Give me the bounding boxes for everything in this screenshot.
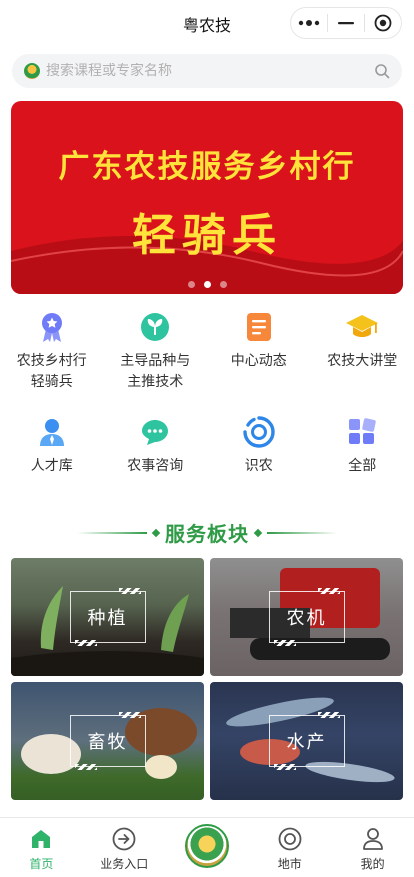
tab-business-entry[interactable]: 业务入口 — [83, 818, 166, 877]
location-ring-icon — [277, 826, 303, 852]
grid-item-label: 农技大讲堂 — [327, 353, 398, 369]
tab-label: 我的 — [360, 857, 385, 871]
tab-label: 首页 — [29, 857, 54, 871]
banner-carousel[interactable]: 广东农技服务乡村行 轻骑兵 — [11, 101, 403, 294]
tab-mine[interactable]: 我的 — [331, 818, 414, 877]
frame-stripe-decoration — [74, 640, 97, 646]
frame-stripe-decoration — [317, 712, 340, 718]
carousel-dot-active[interactable] — [203, 281, 211, 288]
grid-item-talent-pool[interactable]: 人才库 — [0, 415, 104, 477]
frame-stripe-decoration — [74, 764, 97, 770]
search-input[interactable] — [46, 63, 374, 79]
service-cards: 种植 农机 畜牧 水产 — [11, 558, 403, 800]
grid-item-label: 全部 — [348, 458, 377, 474]
banner-subheadline: 轻骑兵 — [132, 210, 282, 261]
banner-headline: 广东农技服务乡村行 — [58, 149, 356, 185]
heading-line-left — [77, 531, 147, 534]
tab-center-logo[interactable] — [166, 818, 249, 877]
search-icon[interactable] — [374, 63, 390, 79]
arrow-circle-icon — [111, 826, 137, 852]
more-dots-icon — [298, 20, 320, 26]
heading-diamond — [253, 528, 263, 537]
grid-item-rural-service[interactable]: 农技乡村行 轻骑兵 — [0, 310, 104, 393]
feature-grid: 农技乡村行 轻骑兵 主导品种与 主推技术 中心动态 农技大讲堂 人才库 农事咨询 — [0, 310, 414, 477]
minimize-button[interactable] — [328, 8, 364, 38]
carousel-dot[interactable] — [219, 281, 227, 288]
navigation-bar: 粤农技 — [0, 0, 414, 46]
tab-cities[interactable]: 地市 — [248, 818, 331, 877]
frame-stripe-decoration — [118, 712, 141, 718]
grid-item-label: 人才库 — [30, 458, 73, 474]
grid-item-identify[interactable]: 识农 — [207, 415, 311, 477]
card-label: 水产 — [286, 732, 327, 753]
tab-home[interactable]: 首页 — [0, 818, 83, 877]
frame-stripe-decoration — [273, 640, 296, 646]
apps-grid-icon — [345, 415, 379, 449]
service-card-aquatic[interactable]: 水产 — [210, 682, 403, 800]
app-logo-icon — [24, 63, 40, 79]
banner-wave-decoration — [11, 236, 403, 294]
grid-item-consultation[interactable]: 农事咨询 — [104, 415, 208, 477]
grid-item-all[interactable]: 全部 — [311, 415, 414, 477]
chat-bubble-icon — [138, 415, 172, 449]
scan-eye-icon — [242, 415, 276, 449]
news-list-icon — [242, 310, 276, 344]
service-card-machinery[interactable]: 农机 — [210, 558, 403, 676]
tab-label: 地市 — [277, 857, 302, 871]
card-label-frame: 畜牧 — [69, 712, 146, 770]
grid-item-center-news[interactable]: 中心动态 — [207, 310, 311, 393]
heading-diamond — [151, 528, 161, 537]
miniapp-capsule — [290, 7, 402, 39]
section-title-text: 服务板块 — [165, 522, 249, 546]
medal-icon — [35, 310, 69, 344]
bottom-tab-bar: 首页 业务入口 地市 我的 — [0, 817, 414, 877]
service-card-planting[interactable]: 种植 — [11, 558, 204, 676]
heading-line-right — [267, 531, 337, 534]
frame-stripe-decoration — [118, 588, 141, 594]
graduation-cap-icon — [345, 310, 379, 344]
target-circle-icon — [374, 14, 392, 32]
grid-item-label: 中心动态 — [230, 353, 287, 369]
sprout-icon — [138, 310, 172, 344]
home-icon — [28, 826, 54, 852]
user-icon — [360, 826, 386, 852]
card-label-frame: 农机 — [268, 588, 345, 646]
carousel-dot[interactable] — [187, 281, 195, 288]
minus-icon — [338, 22, 354, 25]
frame-stripe-decoration — [273, 764, 296, 770]
close-miniapp-button[interactable] — [365, 8, 401, 38]
grid-item-label: 主导品种与 主推技术 — [120, 353, 191, 390]
card-label-frame: 水产 — [268, 712, 345, 770]
card-label: 种植 — [87, 608, 128, 629]
grid-item-main-varieties[interactable]: 主导品种与 主推技术 — [104, 310, 208, 393]
service-card-livestock[interactable]: 畜牧 — [11, 682, 204, 800]
grid-item-label: 农事咨询 — [127, 458, 184, 474]
person-icon — [35, 415, 69, 449]
card-label-frame: 种植 — [69, 588, 146, 646]
card-label: 农机 — [286, 608, 327, 629]
grid-item-label: 农技乡村行 轻骑兵 — [16, 353, 87, 390]
more-button[interactable] — [291, 8, 327, 38]
section-heading: 服务板块 — [0, 518, 414, 547]
search-bar[interactable] — [12, 54, 402, 88]
tab-label: 业务入口 — [100, 857, 149, 871]
card-label: 畜牧 — [87, 732, 128, 753]
grid-item-label: 识农 — [244, 458, 273, 474]
frame-stripe-decoration — [317, 588, 340, 594]
app-logo-icon — [184, 824, 229, 868]
carousel-indicator — [11, 281, 403, 288]
grid-item-lecture-hall[interactable]: 农技大讲堂 — [311, 310, 414, 393]
